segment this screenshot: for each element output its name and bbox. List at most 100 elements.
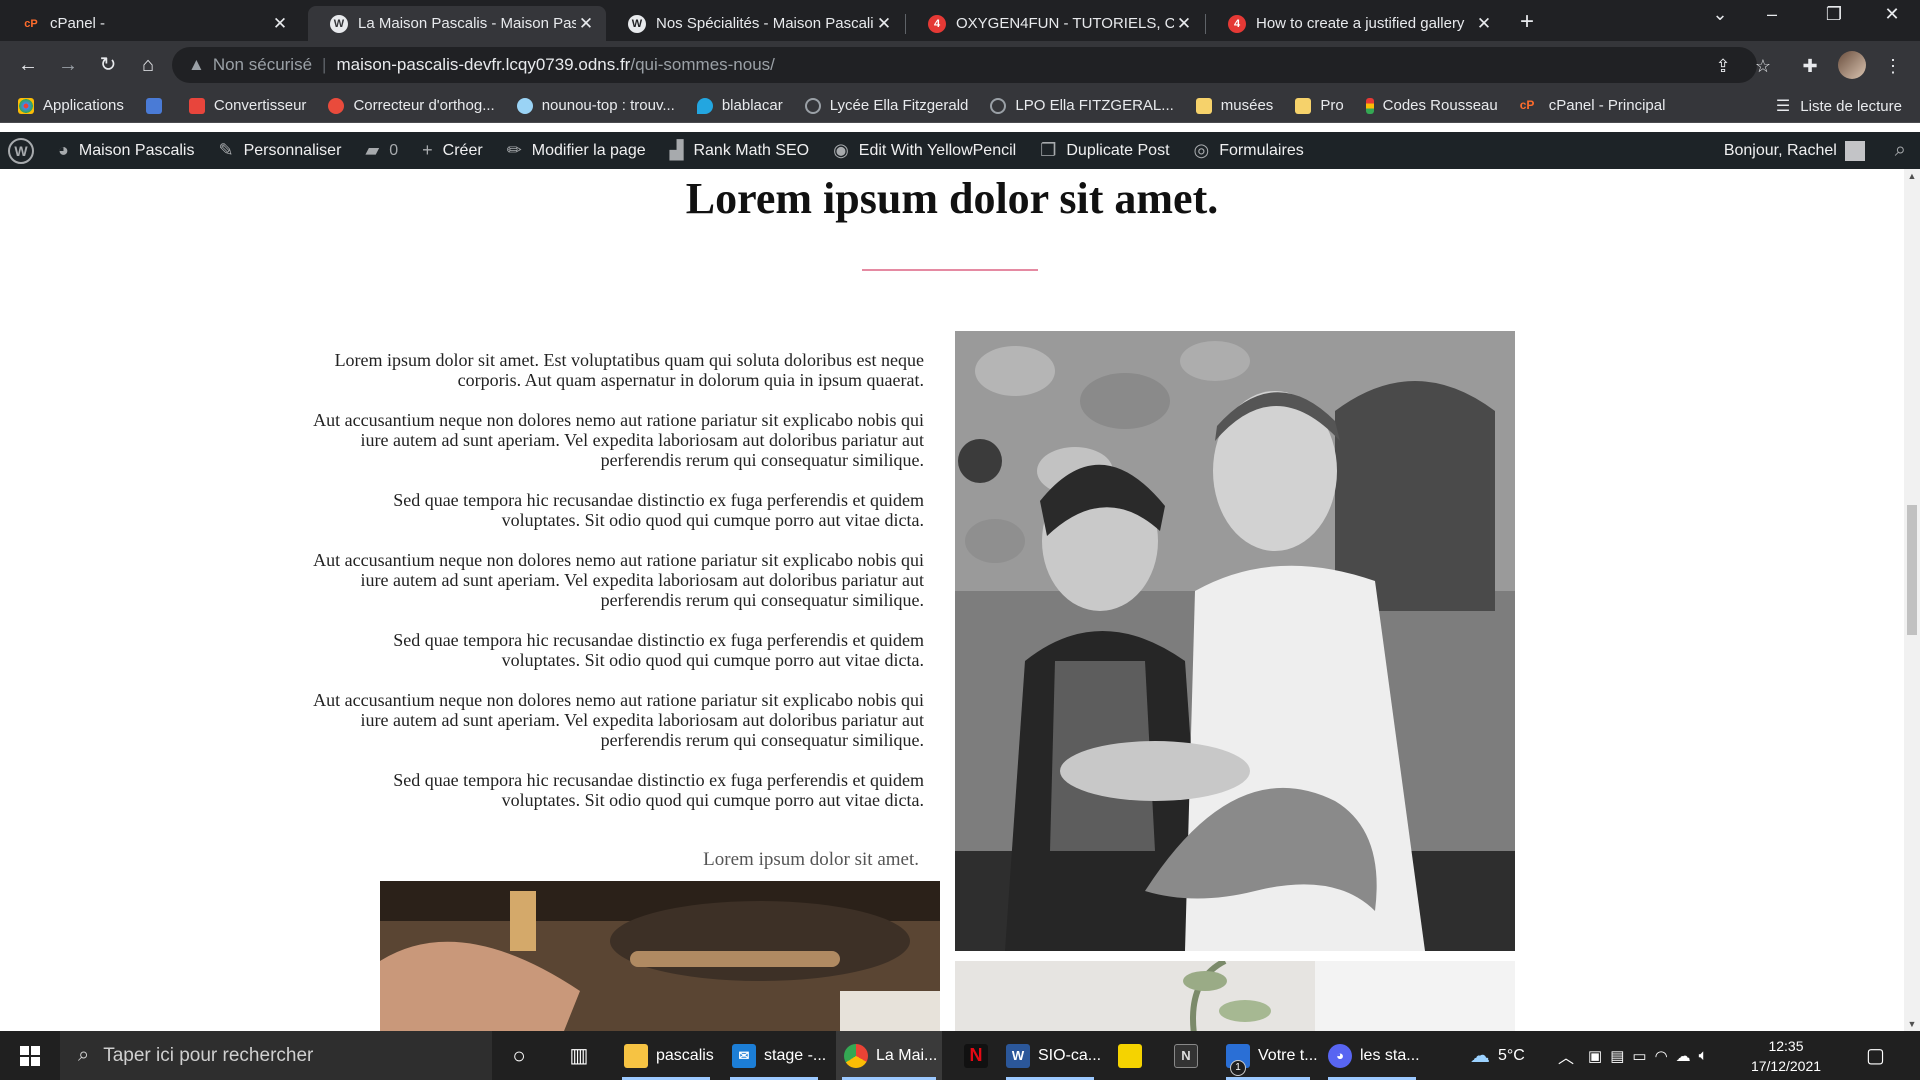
- page-scrollbar[interactable]: ▲ ▼: [1904, 169, 1920, 1031]
- bookmark-label: blablacar: [721, 97, 783, 114]
- bookmark-star-icon[interactable]: ☆: [1750, 53, 1776, 79]
- bookmark-lpo-ella[interactable]: LPO Ella FITZGERAL...: [990, 97, 1174, 114]
- restore-button[interactable]: ❐: [1814, 4, 1854, 25]
- wp-comments[interactable]: ▰ 0: [353, 132, 410, 169]
- wp-account[interactable]: Bonjour, Rachel: [1712, 132, 1883, 169]
- wp-yellowpencil[interactable]: ◉ Edit With YellowPencil: [821, 132, 1028, 169]
- new-tab-button[interactable]: +: [1520, 8, 1534, 36]
- extensions-icon[interactable]: ✚: [1797, 53, 1823, 79]
- bookmark-correcteur[interactable]: Correcteur d'orthog...: [328, 97, 495, 114]
- wordpress-icon: W: [330, 14, 348, 33]
- site-name-label: Maison Pascalis: [78, 141, 195, 159]
- nounou-top-icon: [516, 97, 533, 114]
- reload-button[interactable]: ↻: [94, 51, 122, 79]
- close-window-button[interactable]: ✕: [1872, 4, 1912, 25]
- close-tab-icon[interactable]: ✕: [270, 14, 290, 34]
- cpanel-icon: cP: [1519, 97, 1535, 112]
- bookmark-lycee-ella[interactable]: Lycée Ella Fitzgerald: [804, 97, 969, 114]
- tab-la-maison-pascalis[interactable]: W La Maison Pascalis - Maison Pasc ✕: [308, 6, 606, 41]
- taskbar-app-netflix[interactable]: N: [956, 1031, 996, 1080]
- tab-cpanel[interactable]: cP cPanel - ✕: [0, 6, 300, 41]
- share-icon[interactable]: ⇪: [1710, 53, 1736, 79]
- menu-icon[interactable]: ⋮: [1880, 53, 1906, 79]
- paragraph: Lorem ipsum dolor sit amet. Est voluptat…: [334, 350, 924, 390]
- bookmark-label: LPO Ella FITZGERAL...: [1015, 97, 1174, 114]
- meet-now-icon[interactable]: ▣: [1588, 1047, 1610, 1065]
- bookmark-convertisseur[interactable]: Convertisseur: [188, 97, 306, 114]
- paragraph: Aut accusantium neque non dolores nemo a…: [313, 690, 924, 750]
- cortana-button[interactable]: ○: [506, 1031, 532, 1080]
- bookmark-translate[interactable]: [145, 97, 171, 114]
- scroll-up-arrow[interactable]: ▲: [1904, 171, 1920, 181]
- address-bar[interactable]: ▲ Non sécurisé | maison-pascalis-devfr.l…: [172, 47, 1757, 83]
- tab-justified-gallery[interactable]: 4 How to create a justified gallery ✕: [1206, 6, 1504, 41]
- wifi-icon[interactable]: ◠: [1655, 1047, 1676, 1065]
- bookmark-folder-musees[interactable]: musées: [1195, 97, 1274, 114]
- tab-title: How to create a justified gallery: [1256, 15, 1465, 32]
- wp-duplicate-post[interactable]: ❐ Duplicate Post: [1028, 132, 1181, 169]
- wp-logo[interactable]: W: [0, 132, 46, 169]
- wp-site-name[interactable]: ◕ Maison Pascalis: [46, 132, 206, 169]
- scrollbar-thumb[interactable]: [1907, 505, 1917, 635]
- tab-nos-specialites[interactable]: W Nos Spécialités - Maison Pascalis ✕: [606, 6, 904, 41]
- lycee-icon: [804, 97, 821, 114]
- paragraph: Aut accusantium neque non dolores nemo a…: [313, 410, 924, 470]
- bookmark-nounou-top[interactable]: nounou-top : trouv...: [516, 97, 675, 114]
- bookmark-label: Lycée Ella Fitzgerald: [829, 97, 969, 114]
- minimize-button[interactable]: –: [1752, 4, 1792, 25]
- weather-temp: 5°C: [1498, 1046, 1525, 1064]
- weather-widget[interactable]: ☁ 5°C: [1470, 1031, 1525, 1080]
- show-hidden-icons[interactable]: ︿: [1558, 1031, 1574, 1080]
- taskbar-app-sticky-notes[interactable]: [1112, 1031, 1152, 1080]
- reading-list[interactable]: ☰ Liste de lecture: [1776, 89, 1902, 123]
- volume-icon[interactable]: 🔈︎: [1699, 1047, 1716, 1064]
- task-view-button[interactable]: ▥: [566, 1031, 592, 1080]
- close-tab-icon[interactable]: ✕: [874, 14, 894, 34]
- tab-oxygen4fun[interactable]: 4 OXYGEN4FUN - TUTORIELS, CON ✕: [906, 6, 1204, 41]
- search-icon: ⌕: [1894, 139, 1906, 161]
- taskbar-app-explorer[interactable]: pascalis: [616, 1031, 716, 1080]
- taskbar-app-chrome[interactable]: La Mai...: [836, 1031, 942, 1080]
- bookmark-blablacar[interactable]: blablacar: [696, 97, 783, 114]
- forward-button[interactable]: →: [54, 51, 82, 79]
- close-tab-icon[interactable]: ✕: [1474, 14, 1494, 34]
- wp-rank-math[interactable]: ▟ Rank Math SEO: [658, 132, 821, 169]
- wp-new[interactable]: + Créer: [410, 132, 495, 169]
- rank-math-icon: ▟: [669, 140, 684, 160]
- bookmark-label: musées: [1220, 97, 1274, 114]
- taskbar-app-phone[interactable]: 1 Votre t...: [1220, 1031, 1318, 1080]
- taskbar-search[interactable]: ⌕ Taper ici pour rechercher: [60, 1031, 492, 1080]
- taskbar-app-notion[interactable]: N: [1168, 1031, 1208, 1080]
- wp-customize[interactable]: ✎ Personnaliser: [206, 132, 353, 169]
- bookmark-cpanel[interactable]: cP cPanel - Principal: [1520, 97, 1666, 114]
- display-icon[interactable]: ▤: [1610, 1047, 1632, 1065]
- app-label: stage -...: [764, 1046, 827, 1064]
- network-icon[interactable]: ☁: [1676, 1047, 1699, 1065]
- dashboard-icon: ◕: [58, 140, 69, 160]
- scroll-down-arrow[interactable]: ▼: [1904, 1019, 1920, 1029]
- bookmark-codes-rousseau[interactable]: Codes Rousseau: [1365, 97, 1498, 114]
- notifications-button[interactable]: ▢: [1866, 1031, 1885, 1080]
- search-icon: ⌕: [78, 1044, 90, 1066]
- home-button[interactable]: ⌂: [134, 51, 162, 79]
- chevron-up-icon: ︿: [1558, 1049, 1575, 1067]
- wp-forms[interactable]: ◎ Formulaires: [1182, 132, 1316, 169]
- start-button[interactable]: [0, 1031, 60, 1080]
- wp-edit-page[interactable]: ✏ Modifier la page: [495, 132, 658, 169]
- address-domain: maison-pascalis-devfr.lcqy0739.odns.fr: [336, 55, 631, 74]
- taskbar-app-mail[interactable]: ✉ stage -...: [724, 1031, 827, 1080]
- battery-icon[interactable]: ▭: [1632, 1047, 1654, 1065]
- close-tab-icon[interactable]: ✕: [1174, 14, 1194, 34]
- bookmark-applications[interactable]: Applications: [18, 97, 124, 114]
- wp-search[interactable]: ⌕: [1883, 132, 1920, 169]
- folder-icon: [1295, 97, 1312, 114]
- back-button[interactable]: ←: [14, 51, 42, 79]
- system-clock[interactable]: 12:35 17/12/2021: [1744, 1036, 1828, 1076]
- bookmark-folder-pro[interactable]: Pro: [1295, 97, 1344, 114]
- taskbar-app-discord[interactable]: ◕ les sta...: [1322, 1031, 1422, 1080]
- tab-search-icon[interactable]: ⌄: [1700, 4, 1740, 25]
- profile-avatar[interactable]: [1838, 51, 1866, 79]
- close-tab-icon[interactable]: ✕: [576, 14, 596, 34]
- taskbar-app-word[interactable]: W SIO-ca...: [1000, 1031, 1101, 1080]
- word-icon: W: [1006, 1043, 1030, 1068]
